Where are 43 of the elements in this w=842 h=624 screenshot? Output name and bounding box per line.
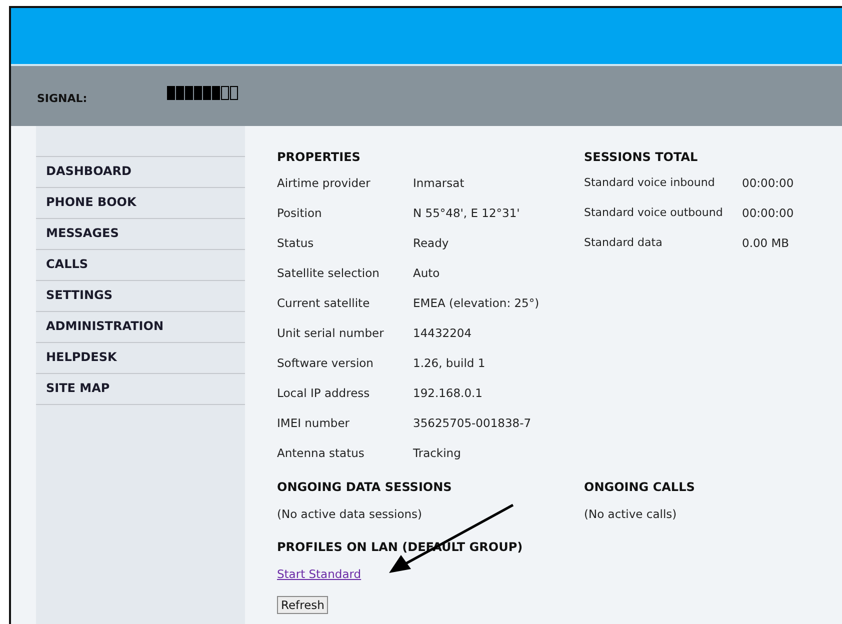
refresh-button[interactable]: Refresh <box>277 596 328 614</box>
property-value: Inmarsat <box>413 176 466 190</box>
menu-item[interactable]: ADMINISTRATION <box>36 312 245 343</box>
empty-message: (No active data sessions) <box>277 506 423 523</box>
section-heading: ONGOING DATA SESSIONS <box>277 479 453 496</box>
menu-item[interactable]: SETTINGS <box>36 281 245 312</box>
menu-item[interactable]: HELPDESK <box>36 343 245 374</box>
session-value: 00:00:00 <box>742 176 794 190</box>
session-label: Standard voice outbound <box>584 206 724 219</box>
section-heading: SESSIONS TOTAL <box>584 149 699 166</box>
property-label: Airtime provider <box>277 176 372 190</box>
property-value: EMEA (elevation: 25°) <box>413 296 540 310</box>
section-heading: PROPERTIES <box>277 149 362 166</box>
property-value: 35625705-001838-7 <box>413 416 532 430</box>
property-value: N 55°48', E 12°31' <box>413 206 521 220</box>
empty-message: (No active calls) <box>584 506 678 523</box>
property-value: 14432204 <box>413 326 473 340</box>
property-value: Tracking <box>413 446 462 460</box>
property-label: Software version <box>277 356 374 370</box>
property-label: Status <box>277 236 315 250</box>
property-value: 192.168.0.1 <box>413 386 484 400</box>
menu-item[interactable]: SITE MAP <box>36 374 245 405</box>
section-heading: ONGOING CALLS <box>584 479 695 496</box>
menu-item[interactable]: MESSAGES <box>36 219 245 250</box>
property-label: Current satellite <box>277 296 371 310</box>
property-label: Local IP address <box>277 386 371 400</box>
session-label: Standard data <box>584 236 664 249</box>
signal-label: SIGNAL: <box>37 92 88 104</box>
session-label: Standard voice inbound <box>584 176 716 189</box>
menu-item[interactable]: PHONE BOOK <box>36 188 245 219</box>
property-label: Satellite selection <box>277 266 380 280</box>
session-value: 00:00:00 <box>742 206 794 220</box>
property-label: Antenna status <box>277 446 366 460</box>
property-value: Auto <box>413 266 441 280</box>
start-standard-link[interactable]: Start Standard <box>277 567 362 581</box>
property-label: Position <box>277 206 323 220</box>
property-value: 1.26, build 1 <box>413 356 486 370</box>
property-label: IMEI number <box>277 416 351 430</box>
menu-item[interactable]: DASHBOARD <box>36 157 245 188</box>
menu-item[interactable]: CALLS <box>36 250 245 281</box>
session-value: 0.00 MB <box>742 236 790 250</box>
property-value: Ready <box>413 236 450 250</box>
property-label: Unit serial number <box>277 326 385 340</box>
